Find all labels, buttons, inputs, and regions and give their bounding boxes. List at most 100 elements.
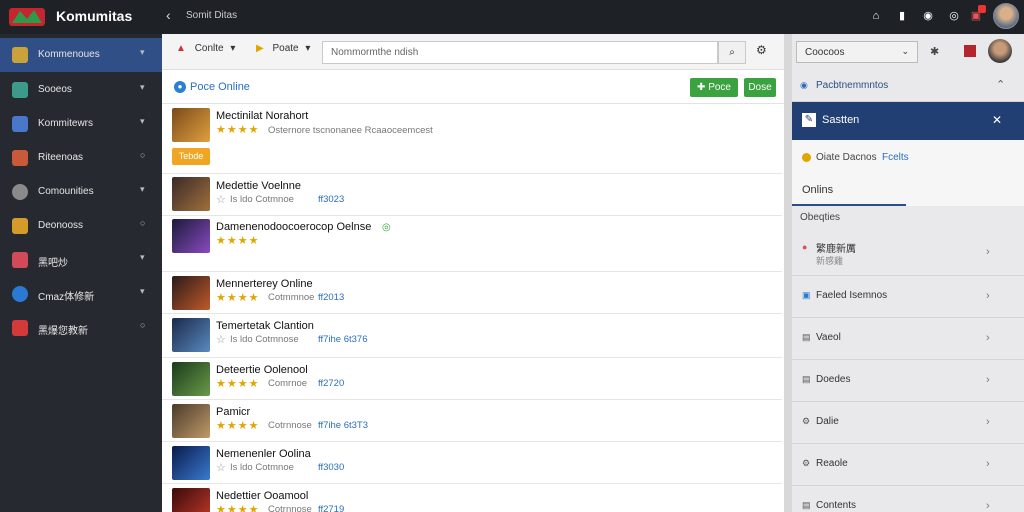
chevron-right-icon: › [986,290,990,302]
sidebar-item-8[interactable]: Cmaz体修新 ▾ [0,277,162,311]
list-item[interactable]: ▤ Doedes › [792,360,1024,402]
group-title: Obeqties [800,212,841,223]
list-item[interactable]: ⚙ Reaole › [792,444,1024,486]
chevron-down-icon: ▾ [140,116,145,126]
sidebar-item-deonooss[interactable]: Deonooss ○ [0,209,162,243]
bookmark-icon[interactable]: ▮ [896,10,908,22]
back-arrow-icon[interactable]: ‹ [166,7,171,23]
record-icon: ● [802,242,808,252]
circle-icon: ○ [140,218,146,228]
sidebar-item-9[interactable]: 黑爆您教新 ○ [0,311,162,345]
filter-dropdown[interactable]: ▲ Conlte ▾ [176,43,235,61]
sidebar-item-sooeos[interactable]: Sooeos ▾ [0,73,162,107]
document-icon: ▤ [802,500,811,510]
close-icon[interactable]: ✕ [992,113,1002,127]
breadcrumb[interactable]: Somit Ditas [186,10,237,21]
list-item-label: 繁鹿新厲 [816,244,856,255]
circle-icon: ○ [140,320,146,330]
list-item[interactable]: Mectinilat Norahort ★★★★ Osternore tscno… [162,104,782,174]
list-item[interactable]: ▤ Vaeol › [792,318,1024,360]
sidebar-item-icon [12,320,28,336]
rating-stars: ★★★★ [216,420,260,432]
flag-icon[interactable] [964,45,976,57]
sidebar-item-kommenoues[interactable]: Kommenoues ▾ [0,38,162,72]
list-item[interactable]: Medettie Voelnne ☆ Is ldo Cotmnoe ff3023 [162,174,782,216]
list-item[interactable]: ⚙ Dalie › [792,402,1024,444]
online-status-icon: ● [174,81,186,93]
item-meta-value[interactable]: ff3030 [318,462,344,473]
list-item[interactable]: Temertetak Clantion ☆ Is ldo Cotmnose ff… [162,314,782,358]
filter-label: Conlte [194,43,224,54]
add-button[interactable]: ✚ Poce [690,78,738,97]
chat-icon[interactable]: ◉ [922,10,934,22]
done-button[interactable]: Dose [744,78,776,97]
list-item[interactable]: ▣ Faeled Isemnos › [792,276,1024,318]
item-meta-value[interactable]: ff3023 [318,194,344,205]
sidebar-item-kommitewrs[interactable]: Kommitewrs ▾ [0,107,162,141]
rating-stars: ★★★★ [216,124,260,136]
info-icon[interactable]: ◎ [948,10,960,22]
game-thumbnail [172,404,210,438]
section-header[interactable]: ◉ Pacbtnemmntos ⌃ [792,70,1024,102]
tab-onlins[interactable]: Onlins [792,176,1024,206]
add-button-label: Poce [708,82,731,93]
item-meta-value[interactable]: ff2719 [318,504,344,512]
main-content: ▲ Conlte ▾ ▶ Poate ▾ Nommormthe ndish ⌕ … [162,34,784,512]
settings-icon[interactable]: ⚙ [756,43,767,57]
item-meta-value[interactable]: ff7ihe 6t3T3 [318,420,368,431]
brand-title: Komumitas [56,8,133,24]
list-item[interactable]: Deteertie Oolenool ★★★★ Comrnoe ff2720 [162,358,782,400]
sidebar-item-riteenoas[interactable]: Riteenoas ○ [0,141,162,175]
right-panel: Coocoos ⌄ ✱ ◉ Pacbtnemmntos ⌃ ✎ Sastten … [792,34,1024,512]
app-logo[interactable] [8,5,46,29]
search-button[interactable]: ⌕ [718,41,746,64]
list-item[interactable]: Damenenodoocoerocop Oelnse ◎ ★★★★ [162,216,782,272]
results-title: Poce Online [190,81,250,93]
list-item[interactable]: Pamicr ★★★★ Cotrnnose ff7ihe 6t3T3 [162,400,782,442]
game-thumbnail [172,362,210,396]
game-thumbnail [172,488,210,512]
sort-label: Poate [272,43,299,54]
chevron-right-icon: › [986,374,990,386]
home-icon[interactable]: ⌂ [870,10,882,22]
list-item[interactable]: Nedettier Ooamool ★★★★ Cotrnnose ff2719 [162,484,782,512]
item-title: Deteertie Oolenool [216,364,308,376]
list-item-sub: 新感雞 [816,256,844,266]
tag-badge[interactable]: Tebde [172,148,210,165]
scrollbar[interactable] [784,34,792,512]
item-meta-value[interactable]: ff2720 [318,378,344,389]
list-item[interactable]: Nemenenler Oolina ☆ Is ldo Cotmnoe ff303… [162,442,782,484]
item-title: Medettie Voelnne [216,180,302,192]
item-meta: Cotmmnoe [268,292,315,303]
game-thumbnail [172,219,210,253]
sidebar-item-7[interactable]: 黑吧炒 ▾ [0,243,162,277]
list-item-label: Contents [816,500,857,511]
category-select[interactable]: Coocoos ⌄ [796,41,918,63]
list-item[interactable]: ▤ Contents › [792,486,1024,512]
status-text: Oiate Dacnos [816,152,877,163]
sidebar-item-comounities[interactable]: Comounities ▾ [0,175,162,209]
avatar[interactable] [988,39,1012,63]
user-avatar[interactable] [993,3,1019,29]
item-meta-value[interactable]: ff7ihe 6t376 [318,334,367,345]
sidebar-item-icon [12,218,28,234]
list-item[interactable]: ● 繁鹿新厲 新感雞 › [792,232,1024,276]
list-item[interactable]: Mennerterey Online ★★★★ Cotmmnoe ff2013 [162,272,782,314]
sidebar-item-label: 黑爆您教新 [38,326,88,337]
sidebar: Kommenoues ▾ Sooeos ▾ Kommitewrs ▾ Ritee… [0,34,162,512]
sidebar-item-label: Kommitewrs [38,118,94,129]
document-icon: ▤ [802,374,811,384]
rating-stars: ☆ [216,194,227,206]
item-meta: Cotrnnose [268,504,312,512]
section-title: Pacbtnemmntos [816,80,889,91]
status-link[interactable]: Fcelts [882,152,909,163]
pin-icon[interactable]: ✱ [930,45,939,58]
sort-dropdown[interactable]: ▶ Poate ▾ [256,43,310,61]
edit-icon: ✎ [802,113,816,127]
active-item[interactable]: ✎ Sastten ✕ [792,102,1024,140]
search-input[interactable]: Nommormthe ndish [322,41,718,64]
rating-stars: ☆ [216,462,227,474]
select-value: Coocoos [805,47,845,58]
item-meta-value[interactable]: ff2013 [318,292,344,303]
right-toolbar: Coocoos ⌄ ✱ [792,34,1024,70]
